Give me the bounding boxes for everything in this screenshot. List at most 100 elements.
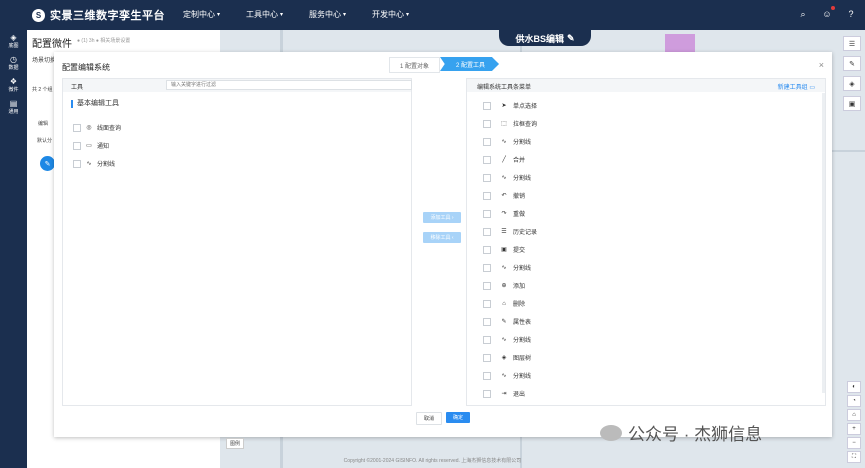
measure-icon[interactable]: ◔ <box>847 395 861 407</box>
sidebar-item-widget[interactable]: ❖ 微件 <box>0 74 27 96</box>
menu-checkbox[interactable] <box>483 263 491 272</box>
home-icon[interactable]: ⌂ <box>847 409 861 421</box>
wave-icon: ∿ <box>501 265 507 271</box>
menu-item[interactable]: ∿ 分割线 <box>483 371 531 380</box>
sidebar-item-general[interactable]: ▤ 通用 <box>0 96 27 118</box>
edit-icon[interactable]: ✎ <box>843 56 861 71</box>
wave-icon: ∿ <box>86 161 92 167</box>
edit-tab[interactable]: 编辑 <box>38 120 48 127</box>
menu-item[interactable]: ╱ 合并 <box>483 155 525 164</box>
step-config-object[interactable]: 1 配置对象 <box>389 57 441 73</box>
cancel-button[interactable]: 取消 <box>416 412 442 425</box>
menu-item-label: 分割线 <box>513 374 532 380</box>
logo-icon: S <box>32 8 45 22</box>
zoom-out-icon[interactable]: − <box>847 437 861 449</box>
step-config-tools[interactable]: 2 配置工具 <box>440 57 500 71</box>
menu-item-label: 属性表 <box>513 320 532 326</box>
tool-checkbox[interactable] <box>73 141 81 150</box>
menu-item[interactable]: ∿ 分割线 <box>483 263 531 272</box>
menu-checkbox[interactable] <box>483 299 491 308</box>
menu-item[interactable]: ∿ 分割线 <box>483 173 531 182</box>
edit-widget-icon[interactable]: ✎ <box>40 156 55 171</box>
sidebar-item-basemap[interactable]: ◈ 底图 <box>0 30 27 52</box>
user-icon[interactable]: ☺ <box>821 6 835 20</box>
tool-group-title: 基本编辑工具 <box>71 100 119 108</box>
menu-checkbox[interactable] <box>483 101 491 110</box>
wave-icon: ∿ <box>501 337 507 343</box>
search-icon[interactable]: ⌕ <box>797 8 809 20</box>
tool-checkbox[interactable] <box>73 123 81 132</box>
remove-tool-button[interactable]: 移除工具 ‹ <box>423 232 461 243</box>
briefcase-icon[interactable]: ▣ <box>843 96 861 111</box>
layers-icon[interactable]: ◈ <box>843 76 861 91</box>
nav-tool-center[interactable]: 工具中心 ▾ <box>246 9 283 20</box>
close-icon[interactable]: × <box>819 60 824 70</box>
menu-checkbox[interactable] <box>483 335 491 344</box>
add-tool-button[interactable]: 添加工具 › <box>423 212 461 223</box>
menu-checkbox[interactable] <box>483 227 491 236</box>
menu-item[interactable]: ▣ 提交 <box>483 245 525 254</box>
menu-item-label: 拉框查询 <box>513 122 538 128</box>
menu-checkbox[interactable] <box>483 353 491 362</box>
menu-checkbox[interactable] <box>483 281 491 290</box>
menu-checkbox[interactable] <box>483 317 491 326</box>
wave-icon: ∿ <box>501 175 507 181</box>
menu-item-label: 删除 <box>513 302 526 308</box>
legend-button[interactable]: 图例 <box>226 438 245 449</box>
attribute-icon: ✎ <box>501 319 507 325</box>
menu-item[interactable]: ⇥ 退出 <box>483 389 525 398</box>
tool-checkbox[interactable] <box>73 159 81 168</box>
menu-item[interactable]: ➤ 单点选择 <box>483 101 537 110</box>
default-group-label: 默认分 <box>37 138 53 144</box>
step-indicator: 1 配置对象 2 配置工具 <box>389 57 500 73</box>
redo-icon: ↷ <box>501 211 507 217</box>
new-tool-group-button[interactable]: 新建工具组 ▭ <box>778 82 815 91</box>
menu-item[interactable]: ↷ 重做 <box>483 209 525 218</box>
menu-checkbox[interactable] <box>483 389 491 398</box>
menu-item[interactable]: ∿ 分割线 <box>483 137 531 146</box>
menu-checkbox[interactable] <box>483 119 491 128</box>
menu-checkbox[interactable] <box>483 137 491 146</box>
sidebar-item-data[interactable]: ◷ 数据 <box>0 52 27 74</box>
tool-item[interactable]: ∿ 分割线 <box>73 159 115 168</box>
menu-item[interactable]: ⬚ 拉框查询 <box>483 119 537 128</box>
nav-custom-center[interactable]: 定制中心 ▾ <box>183 9 220 20</box>
sidebar-item-label: 通用 <box>8 109 19 115</box>
menu-checkbox[interactable] <box>483 371 491 380</box>
menu-item[interactable]: ⊕ 添加 <box>483 281 525 290</box>
tool-item-label: 线面查询 <box>97 126 122 132</box>
page-title: 配置微件 <box>32 39 72 50</box>
menu-item-label: 添加 <box>513 284 526 290</box>
list-icon[interactable]: ☰ <box>843 36 861 51</box>
menu-item[interactable]: ∿ 分割线 <box>483 335 531 344</box>
compass-icon[interactable]: ◐ <box>847 381 861 393</box>
folder-add-icon: ▭ <box>809 85 815 91</box>
menu-checkbox[interactable] <box>483 173 491 182</box>
tool-search-input[interactable] <box>166 80 412 90</box>
app-logo[interactable]: S 实景三维数字孪生平台 <box>32 8 165 22</box>
nav-dev-center[interactable]: 开发中心 ▾ <box>372 9 409 20</box>
menu-checkbox[interactable] <box>483 155 491 164</box>
help-icon[interactable]: ? <box>845 8 857 20</box>
tool-item[interactable]: ▭ 通知 <box>73 141 109 150</box>
menu-item[interactable]: ↶ 撤销 <box>483 191 525 200</box>
sidebar-item-label: 底图 <box>8 43 19 49</box>
tool-item-label: 分割线 <box>97 162 116 168</box>
menu-item[interactable]: ⌂ 删除 <box>483 299 525 308</box>
menu-item[interactable]: ☰ 历史记录 <box>483 227 537 236</box>
top-nav: 定制中心 ▾ 工具中心 ▾ 服务中心 ▾ 开发中心 ▾ <box>183 9 409 20</box>
map-zoom-toolbar: ◐ ◔ ⌂ + − ⛶ <box>847 381 861 463</box>
scrollbar[interactable] <box>822 93 825 393</box>
tool-item[interactable]: ◎ 线面查询 <box>73 123 121 132</box>
save-icon: ▣ <box>501 247 507 253</box>
menu-checkbox[interactable] <box>483 191 491 200</box>
menu-item-label: 重做 <box>513 212 526 218</box>
add-icon: ⊕ <box>501 283 507 289</box>
menu-item[interactable]: ✎ 属性表 <box>483 317 531 326</box>
menu-checkbox[interactable] <box>483 209 491 218</box>
zoom-in-icon[interactable]: + <box>847 423 861 435</box>
confirm-button[interactable]: 确定 <box>446 412 470 423</box>
menu-checkbox[interactable] <box>483 245 491 254</box>
menu-item[interactable]: ◈ 图层树 <box>483 353 531 362</box>
nav-service-center[interactable]: 服务中心 ▾ <box>309 9 346 20</box>
